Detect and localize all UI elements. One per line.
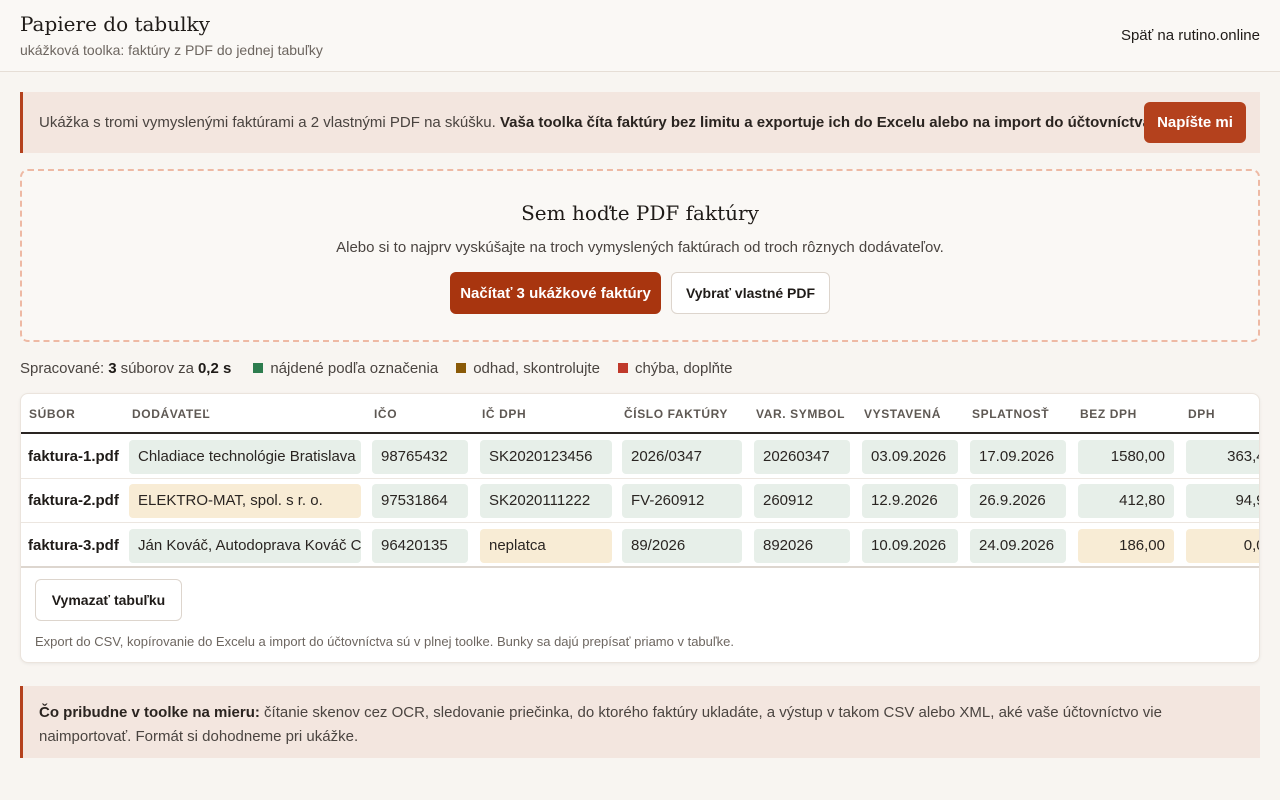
col-icdph: IČ DPH — [482, 407, 527, 421]
net-cell[interactable]: 186,00 — [1078, 529, 1174, 563]
banner-text-bold: Vaša toolka číta faktúry bez limitu a ex… — [499, 114, 1156, 131]
stats-time: 0,2 s — [197, 359, 232, 377]
legend-found-swatch — [253, 363, 264, 373]
legend-found: nájdené podľa označenia — [253, 360, 438, 377]
supplier-cell[interactable]: ELEKTRO-MAT, spol. s r. o. — [129, 484, 361, 518]
invoice-table-card: SÚBOR DODÁVATEĽ IČO IČ DPH ČÍSLO FAKTÚRY… — [20, 393, 1260, 663]
info-text: Čo pribudne v toolke na mieru: čítanie s… — [39, 701, 1229, 749]
due-cell[interactable]: 17.09.2026 — [970, 440, 1066, 474]
col-issued: VYSTAVENÁ — [864, 407, 941, 421]
table-header: SÚBOR DODÁVATEĽ IČO IČ DPH ČÍSLO FAKTÚRY… — [21, 394, 1259, 434]
icdph-cell[interactable]: SK2020123456 — [480, 440, 612, 474]
legend-missing-label: chýba, doplňte — [634, 359, 733, 377]
choose-pdf-button[interactable]: Vybrať vlastné PDF — [671, 272, 830, 314]
col-file: SÚBOR — [29, 407, 76, 421]
ico-cell[interactable]: 97531864 — [372, 484, 468, 518]
invoice-no-cell[interactable]: FV-260912 — [622, 484, 742, 518]
icdph-cell[interactable]: SK2020111222 — [480, 484, 612, 518]
app-header: Papiere do tabulky ukážková toolka: fakt… — [0, 0, 1280, 72]
file-name: faktura-2.pdf — [28, 492, 119, 509]
legend-guess-label: odhad, skontrolujte — [473, 359, 600, 377]
legend-guess: odhad, skontrolujte — [456, 360, 600, 377]
supplier-cell[interactable]: Chladiace technológie Bratislava — [129, 440, 361, 474]
vat-cell[interactable]: 94,94 — [1186, 484, 1259, 518]
stats-count: 3 — [108, 359, 117, 377]
col-ico: IČO — [374, 407, 398, 421]
issued-cell[interactable]: 03.09.2026 — [862, 440, 958, 474]
icdph-cell[interactable]: neplatca — [480, 529, 612, 563]
legend-guess-swatch — [456, 363, 467, 373]
col-vat: DPH — [1188, 407, 1216, 421]
promo-banner: Ukážka s tromi vymyslenými faktúrami a 2… — [20, 92, 1260, 153]
table-row: faktura-3.pdf Ján Kováč, Autodoprava Kov… — [21, 523, 1259, 568]
vat-cell[interactable]: 363,40 — [1186, 440, 1259, 474]
invoice-no-cell[interactable]: 89/2026 — [622, 529, 742, 563]
vat-cell[interactable]: 0,00 — [1186, 529, 1259, 563]
app-title: Papiere do tabulky — [20, 12, 210, 36]
stats-middle: súborov za — [120, 359, 194, 377]
load-samples-button[interactable]: Načítať 3 ukážkové faktúry — [450, 272, 661, 314]
supplier-cell[interactable]: Ján Kováč, Autodoprava Kováč C — [129, 529, 361, 563]
issued-cell[interactable]: 12.9.2026 — [862, 484, 958, 518]
legend-found-label: nájdené podľa označenia — [270, 359, 439, 377]
col-due: SPLATNOSŤ — [972, 407, 1050, 421]
table-row: faktura-1.pdf Chladiace technológie Brat… — [21, 435, 1259, 479]
net-cell[interactable]: 412,80 — [1078, 484, 1174, 518]
banner-text-regular: Ukážka s tromi vymyslenými faktúrami a 2… — [39, 114, 496, 131]
ico-cell[interactable]: 96420135 — [372, 529, 468, 563]
ico-cell[interactable]: 98765432 — [372, 440, 468, 474]
contact-button[interactable]: Napíšte mi — [1144, 102, 1246, 143]
net-cell[interactable]: 1580,00 — [1078, 440, 1174, 474]
legend-missing: chýba, doplňte — [617, 359, 733, 377]
table-row: faktura-2.pdf ELEKTRO-MAT, spol. s r. o.… — [21, 479, 1259, 523]
banner-text: Ukážka s tromi vymyslenými faktúrami a 2… — [39, 114, 1155, 131]
dropzone-title: Sem hoďte PDF faktúry — [521, 201, 759, 225]
col-var-symbol: VAR. SYMBOL — [756, 407, 846, 421]
processing-stats: Spracované: 3 súborov za 0,2 s nájdené p… — [20, 358, 733, 378]
legend-missing-swatch — [617, 363, 628, 373]
var-symbol-cell[interactable]: 20260347 — [754, 440, 850, 474]
due-cell[interactable]: 24.09.2026 — [970, 529, 1066, 563]
issued-cell[interactable]: 10.09.2026 — [862, 529, 958, 563]
clear-table-button[interactable]: Vymazať tabuľku — [35, 579, 182, 621]
var-symbol-cell[interactable]: 260912 — [754, 484, 850, 518]
table-note: Export do CSV, kopírovanie do Excelu a i… — [35, 634, 735, 649]
back-link[interactable]: Späť na rutino.online — [1121, 27, 1260, 44]
col-net: BEZ DPH — [1080, 407, 1137, 421]
var-symbol-cell[interactable]: 892026 — [754, 529, 850, 563]
dropzone-subtitle: Alebo si to najprv vyskúšajte na troch v… — [336, 239, 944, 256]
info-bold: Čo pribudne v toolke na mieru: — [39, 704, 260, 721]
col-invoice-no: ČÍSLO FAKTÚRY — [624, 407, 729, 421]
col-supplier: DODÁVATEĽ — [132, 407, 211, 421]
file-name: faktura-1.pdf — [28, 448, 119, 465]
app-subtitle: ukážková toolka: faktúry z PDF do jednej… — [20, 42, 323, 58]
invoice-no-cell[interactable]: 2026/0347 — [622, 440, 742, 474]
pdf-dropzone[interactable]: Sem hoďte PDF faktúry Alebo si to najprv… — [20, 169, 1260, 342]
due-cell[interactable]: 26.9.2026 — [970, 484, 1066, 518]
file-name: faktura-3.pdf — [28, 537, 119, 554]
stats-prefix: Spracované: — [20, 359, 105, 377]
info-callout: Čo pribudne v toolke na mieru: čítanie s… — [20, 686, 1260, 758]
